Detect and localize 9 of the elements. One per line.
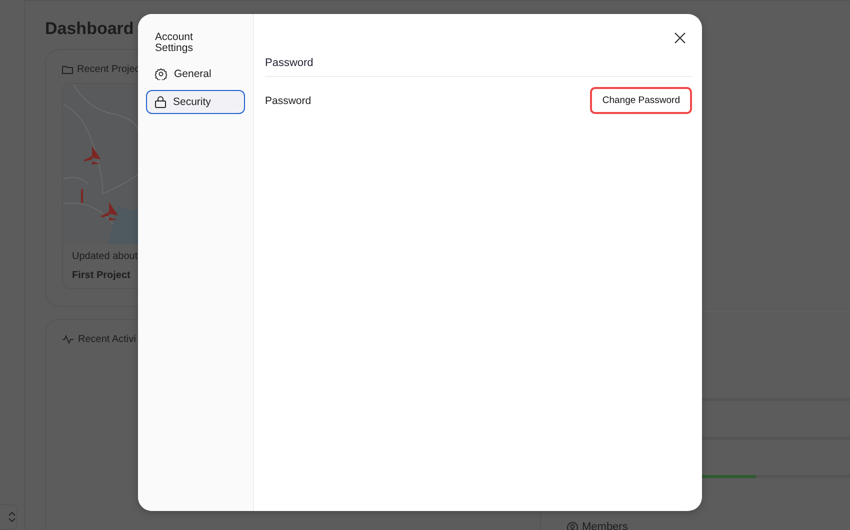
card-title: Recent Projec: [77, 64, 140, 75]
page-title: Dashboard: [45, 19, 134, 39]
dialog-title: Account Settings: [154, 32, 194, 56]
updated-time: Updated about: [72, 251, 139, 262]
project-name: First Project: [72, 270, 132, 281]
card-title: Recent Activi: [78, 334, 136, 345]
section-title: Members: [582, 521, 628, 530]
section-heading: Password: [265, 57, 692, 77]
setting-label: Password: [265, 94, 312, 106]
